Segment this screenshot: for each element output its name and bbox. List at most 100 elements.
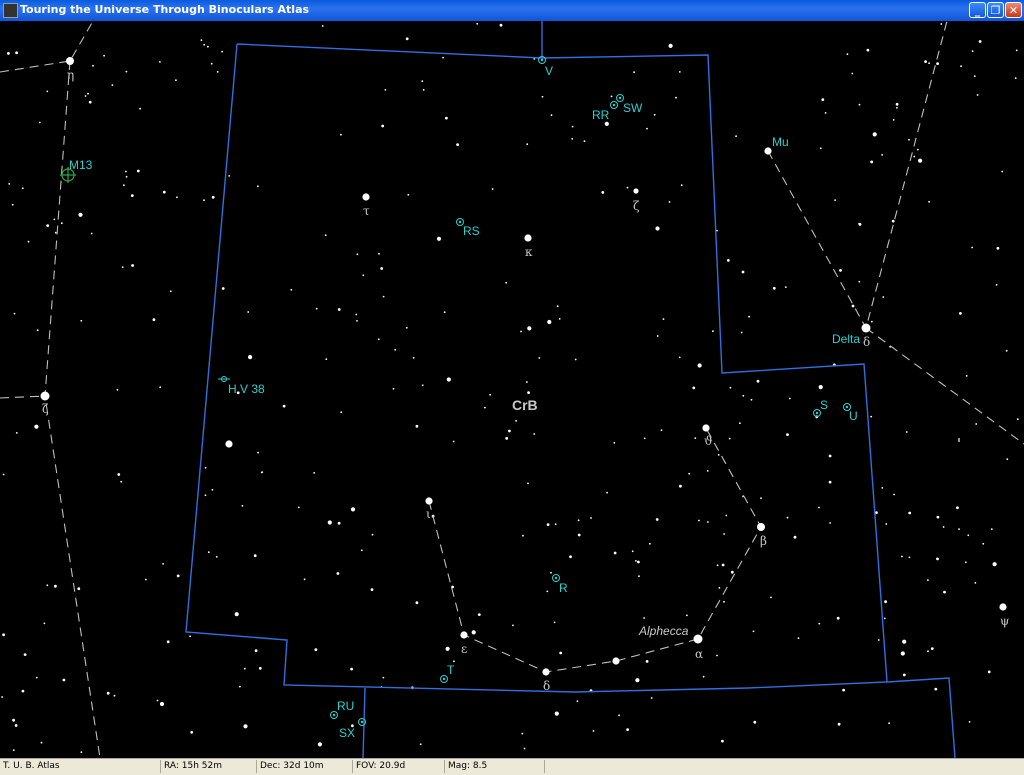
minimize-button[interactable]: _ (969, 2, 986, 18)
background-star (668, 201, 671, 203)
background-star (239, 685, 241, 688)
label-sw[interactable]: SW (623, 101, 643, 115)
background-star (445, 116, 448, 120)
label-ru[interactable]: RU (337, 699, 354, 713)
object-labels: V RR SW RS S U R T RU SX Mu Delta H V 38… (69, 64, 860, 740)
star-map-svg[interactable]: V RR SW RS S U R T RU SX Mu Delta H V 38… (0, 21, 1024, 758)
label-v[interactable]: V (545, 64, 553, 78)
background-star (499, 23, 503, 27)
star-zeta-her[interactable] (40, 391, 50, 401)
background-star (442, 56, 444, 59)
label-rs[interactable]: RS (463, 224, 480, 238)
star-psi[interactable] (999, 603, 1007, 611)
her-figure-line-1 (0, 21, 94, 73)
background-star (489, 393, 491, 396)
label-m13[interactable]: M13 (69, 158, 93, 172)
greek-eta-her: η (67, 68, 74, 82)
background-star (968, 721, 971, 723)
label-s[interactable]: S (820, 398, 828, 412)
background-star (380, 267, 384, 270)
star-mu[interactable] (764, 147, 772, 155)
background-star (678, 356, 681, 359)
background-star (694, 437, 697, 439)
label-hv38[interactable]: H V 38 (228, 382, 265, 396)
background-star (337, 521, 341, 525)
greek-theta: ϑ (704, 434, 713, 448)
variable-star-markers (221, 56, 851, 726)
background-star (964, 561, 967, 564)
background-star (901, 555, 903, 558)
background-star (574, 358, 577, 361)
background-star (35, 676, 38, 679)
background-star (62, 678, 66, 682)
background-star (325, 358, 328, 361)
background-star (698, 519, 700, 522)
background-star (995, 284, 998, 286)
background-star (221, 50, 224, 53)
background-star (520, 330, 522, 333)
star-epsilon[interactable] (460, 631, 468, 639)
background-star (371, 533, 374, 536)
star-zeta[interactable] (633, 188, 639, 194)
star-delta[interactable] (542, 668, 550, 676)
star-chart[interactable]: V RR SW RS S U R T RU SX Mu Delta H V 38… (0, 21, 1024, 758)
background-star (896, 107, 898, 109)
background-star (526, 143, 529, 146)
star-iota[interactable] (425, 497, 433, 505)
background-star (858, 280, 861, 283)
restore-button[interactable]: ❐ (987, 2, 1004, 18)
background-star (877, 639, 880, 641)
background-star (394, 348, 397, 351)
label-r[interactable]: R (559, 581, 568, 595)
background-star (40, 741, 43, 744)
background-star (204, 466, 207, 469)
background-star (554, 711, 559, 716)
close-button[interactable]: ✕ (1005, 2, 1022, 18)
background-star (996, 246, 1000, 250)
background-star (908, 138, 910, 141)
background-star (725, 514, 728, 517)
label-t[interactable]: T (447, 663, 455, 677)
background-star (928, 200, 930, 203)
background-star (821, 98, 825, 101)
background-star (936, 62, 939, 65)
background-star (559, 651, 563, 655)
label-mu[interactable]: Mu (772, 135, 789, 149)
label-u[interactable]: U (849, 409, 858, 423)
background-star (729, 386, 732, 389)
background-star (716, 564, 719, 567)
background-star (321, 25, 324, 27)
background-star (282, 404, 286, 408)
label-delta[interactable]: Delta (832, 332, 860, 346)
background-star (726, 259, 730, 262)
star-gamma[interactable] (612, 657, 620, 665)
background-star (92, 64, 94, 67)
star-delta-ser[interactable] (861, 323, 871, 333)
title-bar[interactable]: Touring the Universe Through Binoculars … (0, 0, 1024, 21)
star-unnamed[interactable] (225, 440, 233, 448)
greek-kappa: κ (525, 245, 533, 259)
background-star (541, 95, 544, 98)
label-alphecca[interactable]: Alphecca (638, 624, 689, 638)
star-kappa[interactable] (524, 234, 532, 242)
background-star (78, 212, 83, 217)
background-star (958, 528, 960, 530)
background-star (839, 269, 842, 272)
background-star (753, 720, 757, 724)
background-star (15, 51, 18, 55)
background-star (139, 107, 142, 110)
constellation-name[interactable]: CrB (512, 397, 538, 413)
label-rr[interactable]: RR (592, 108, 610, 122)
background-star (975, 423, 978, 425)
star-eta-her[interactable] (66, 57, 74, 65)
background-star (626, 186, 629, 189)
star-theta[interactable] (702, 424, 710, 432)
star-beta[interactable] (757, 523, 765, 531)
background-star (243, 667, 246, 670)
background-star (885, 523, 888, 525)
star-tau[interactable] (362, 193, 370, 201)
label-sx[interactable]: SX (339, 726, 355, 740)
background-star (772, 286, 776, 290)
star-alphecca[interactable] (693, 634, 703, 644)
background-star (866, 48, 870, 52)
